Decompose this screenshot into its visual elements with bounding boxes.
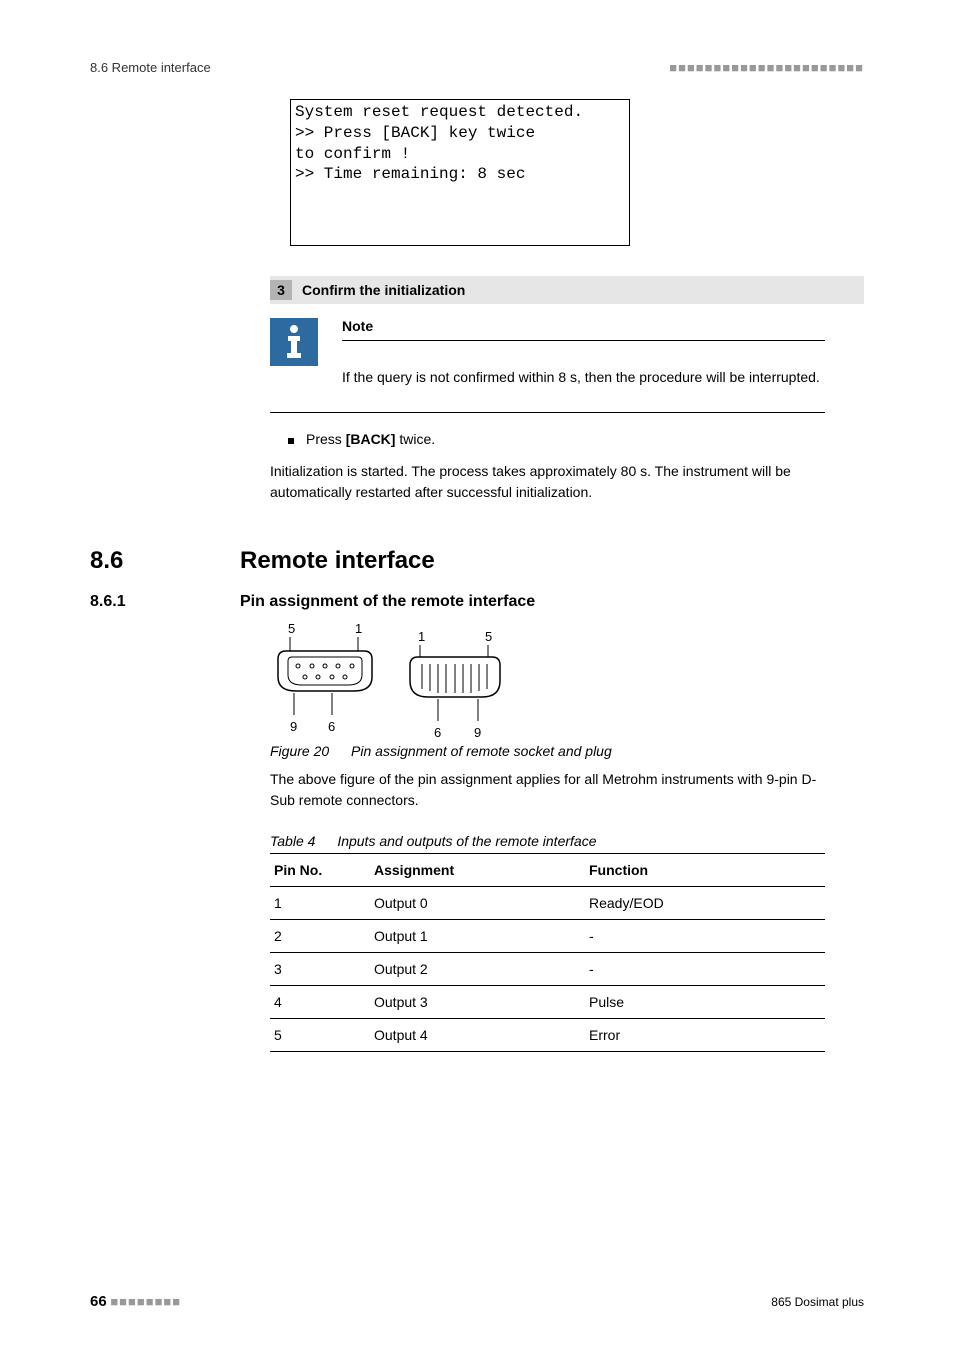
note-content: Note If the query is not confirmed withi… — [342, 318, 825, 388]
table-row: 4 Output 3 Pulse — [270, 986, 825, 1019]
footer-left: 66 ■■■■■■■■ — [90, 1293, 181, 1310]
note-text: If the query is not confirmed within 8 s… — [342, 367, 825, 388]
figure-title: Pin assignment of remote socket and plug — [351, 743, 612, 759]
svg-text:1: 1 — [418, 629, 425, 644]
section-heading: 8.6 Remote interface — [90, 547, 864, 575]
bullet-icon — [288, 438, 294, 444]
step-body: Press [BACK] twice. Initialization is st… — [270, 431, 825, 503]
doc-title: 865 Dosimat plus — [771, 1295, 864, 1309]
section-path: 8.6 Remote interface — [90, 60, 211, 75]
connector-diagrams: 5 1 9 6 1 5 — [270, 619, 864, 739]
figure-area: 5 1 9 6 1 5 — [270, 619, 864, 759]
svg-text:6: 6 — [328, 719, 335, 734]
step-header: 3 Confirm the initialization — [270, 276, 864, 304]
step-number: 3 — [270, 280, 292, 300]
col-header: Function — [585, 854, 825, 887]
table-label: Table 4 — [270, 833, 315, 849]
header-dots: ■■■■■■■■■■■■■■■■■■■■■■ — [669, 60, 864, 75]
svg-text:5: 5 — [288, 621, 295, 636]
lcd-screen: System reset request detected. >> Press … — [290, 99, 630, 246]
bullet-text: Press [BACK] twice. — [306, 431, 435, 447]
svg-text:1: 1 — [355, 621, 362, 636]
col-header: Assignment — [370, 854, 585, 887]
lcd-line: >> Press [BACK] key twice — [295, 123, 621, 144]
step-result: Initialization is started. The process t… — [270, 461, 825, 503]
socket-diagram: 5 1 9 6 — [270, 619, 380, 739]
figure-caption: Figure 20 Pin assignment of remote socke… — [270, 743, 864, 759]
table-header-row: Pin No. Assignment Function — [270, 854, 825, 887]
remote-interface-table: Pin No. Assignment Function 1 Output 0 R… — [270, 854, 825, 1052]
plug-diagram: 1 5 6 9 — [400, 619, 510, 739]
svg-text:9: 9 — [290, 719, 297, 734]
lcd-line: >> Time remaining: 8 sec — [295, 164, 621, 185]
table-row: 2 Output 1 - — [270, 920, 825, 953]
page-footer: 66 ■■■■■■■■ 865 Dosimat plus — [90, 1293, 864, 1310]
section-num: 8.6 — [90, 547, 240, 575]
subsection-heading: 8.6.1 Pin assignment of the remote inter… — [90, 593, 864, 611]
figure-label: Figure 20 — [270, 743, 329, 759]
table-row: 1 Output 0 Ready/EOD — [270, 887, 825, 920]
info-icon — [270, 318, 318, 366]
table-row: 5 Output 4 Error — [270, 1019, 825, 1052]
section-title: Remote interface — [240, 547, 435, 575]
subsection-num: 8.6.1 — [90, 593, 240, 611]
step-title: Confirm the initialization — [302, 282, 465, 298]
bullet-item: Press [BACK] twice. — [270, 431, 825, 447]
table-row: 3 Output 2 - — [270, 953, 825, 986]
lcd-line: to confirm ! — [295, 144, 621, 165]
subsection-title: Pin assignment of the remote interface — [240, 593, 535, 611]
lcd-line: System reset request detected. — [295, 102, 621, 123]
svg-text:9: 9 — [474, 725, 481, 739]
col-header: Pin No. — [270, 854, 370, 887]
page-header: 8.6 Remote interface ■■■■■■■■■■■■■■■■■■■… — [90, 60, 864, 75]
table-caption: Table 4 Inputs and outputs of the remote… — [270, 833, 825, 854]
page-number: 66 — [90, 1293, 107, 1310]
table-title: Inputs and outputs of the remote interfa… — [337, 833, 596, 849]
svg-text:6: 6 — [434, 725, 441, 739]
svg-text:5: 5 — [485, 629, 492, 644]
step-block: 3 Confirm the initialization Note If the… — [270, 276, 864, 503]
note-title: Note — [342, 318, 825, 341]
footer-dots: ■■■■■■■■ — [110, 1294, 181, 1309]
figure-description: The above figure of the pin assignment a… — [270, 769, 825, 811]
note-box: Note If the query is not confirmed withi… — [270, 318, 825, 413]
